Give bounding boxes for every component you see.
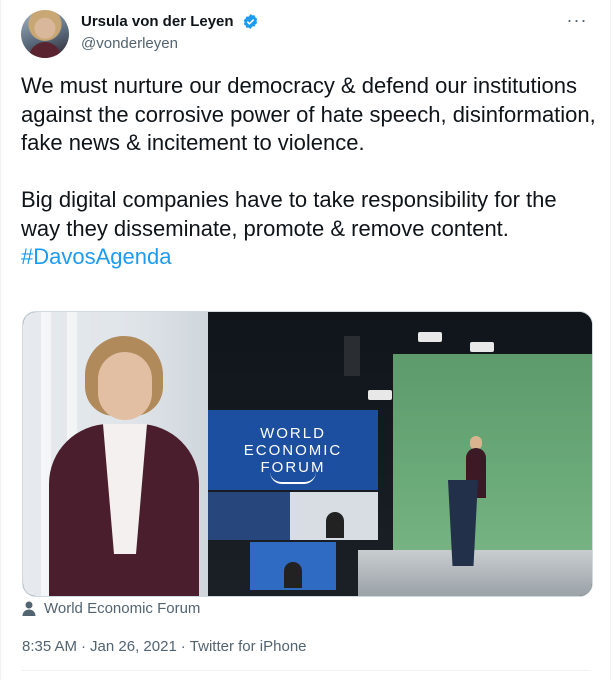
- wef-arc: [270, 472, 316, 484]
- speaker-closeup: [23, 312, 208, 596]
- author-names: Ursula von der Leyen @vonderleyen: [81, 13, 259, 52]
- wef-screen-text: WORLD ECONOMIC FORUM: [243, 424, 343, 476]
- stage-floor: [358, 550, 592, 596]
- studio-scene: WORLD ECONOMIC FORUM: [208, 312, 592, 596]
- studio-light: [418, 332, 442, 342]
- tweet-source[interactable]: Twitter for iPhone: [190, 638, 307, 655]
- divider: [21, 670, 590, 671]
- more-horizontal-icon[interactable]: ···: [564, 11, 590, 34]
- studio-light: [470, 342, 494, 352]
- user-icon: [22, 601, 36, 616]
- author-handle[interactable]: @vonderleyen: [81, 35, 259, 52]
- tweet-body: We must nurture our democracy & defend o…: [21, 72, 601, 272]
- hashtag-link[interactable]: #DavosAgenda: [21, 244, 171, 269]
- monitor-slide: [208, 492, 290, 540]
- tweet-metadata: 8:35 AM · Jan 26, 2021 · Twitter for iPhone: [22, 638, 307, 655]
- monitor-host: [250, 542, 336, 590]
- meta-separator: ·: [180, 638, 186, 655]
- monitor-speaker: [290, 492, 378, 540]
- media-caption[interactable]: World Economic Forum: [22, 600, 200, 617]
- monitor-person: [326, 512, 344, 538]
- tweet-card: Ursula von der Leyen @vonderleyen ··· We…: [0, 0, 611, 680]
- tweet-time[interactable]: 8:35 AM: [22, 638, 77, 655]
- podium: [448, 480, 478, 566]
- speaker-face: [98, 352, 152, 420]
- green-screen: [393, 354, 592, 554]
- author-display-name[interactable]: Ursula von der Leyen: [81, 13, 234, 30]
- tweet-text: We must nurture our democracy & defend o…: [21, 73, 596, 241]
- verified-badge-icon: [243, 14, 258, 30]
- avatar-figure: [29, 42, 61, 58]
- media-caption-text: World Economic Forum: [44, 600, 201, 617]
- meta-separator: ·: [81, 638, 87, 655]
- tweet-header: Ursula von der Leyen @vonderleyen ···: [21, 10, 590, 58]
- tweet-date[interactable]: Jan 26, 2021: [90, 638, 177, 655]
- avatar[interactable]: [21, 10, 69, 58]
- studio-light: [368, 390, 392, 400]
- tweet-media-image[interactable]: WORLD ECONOMIC FORUM: [22, 311, 593, 597]
- camera-rig: [344, 336, 360, 376]
- monitor-person: [284, 562, 302, 588]
